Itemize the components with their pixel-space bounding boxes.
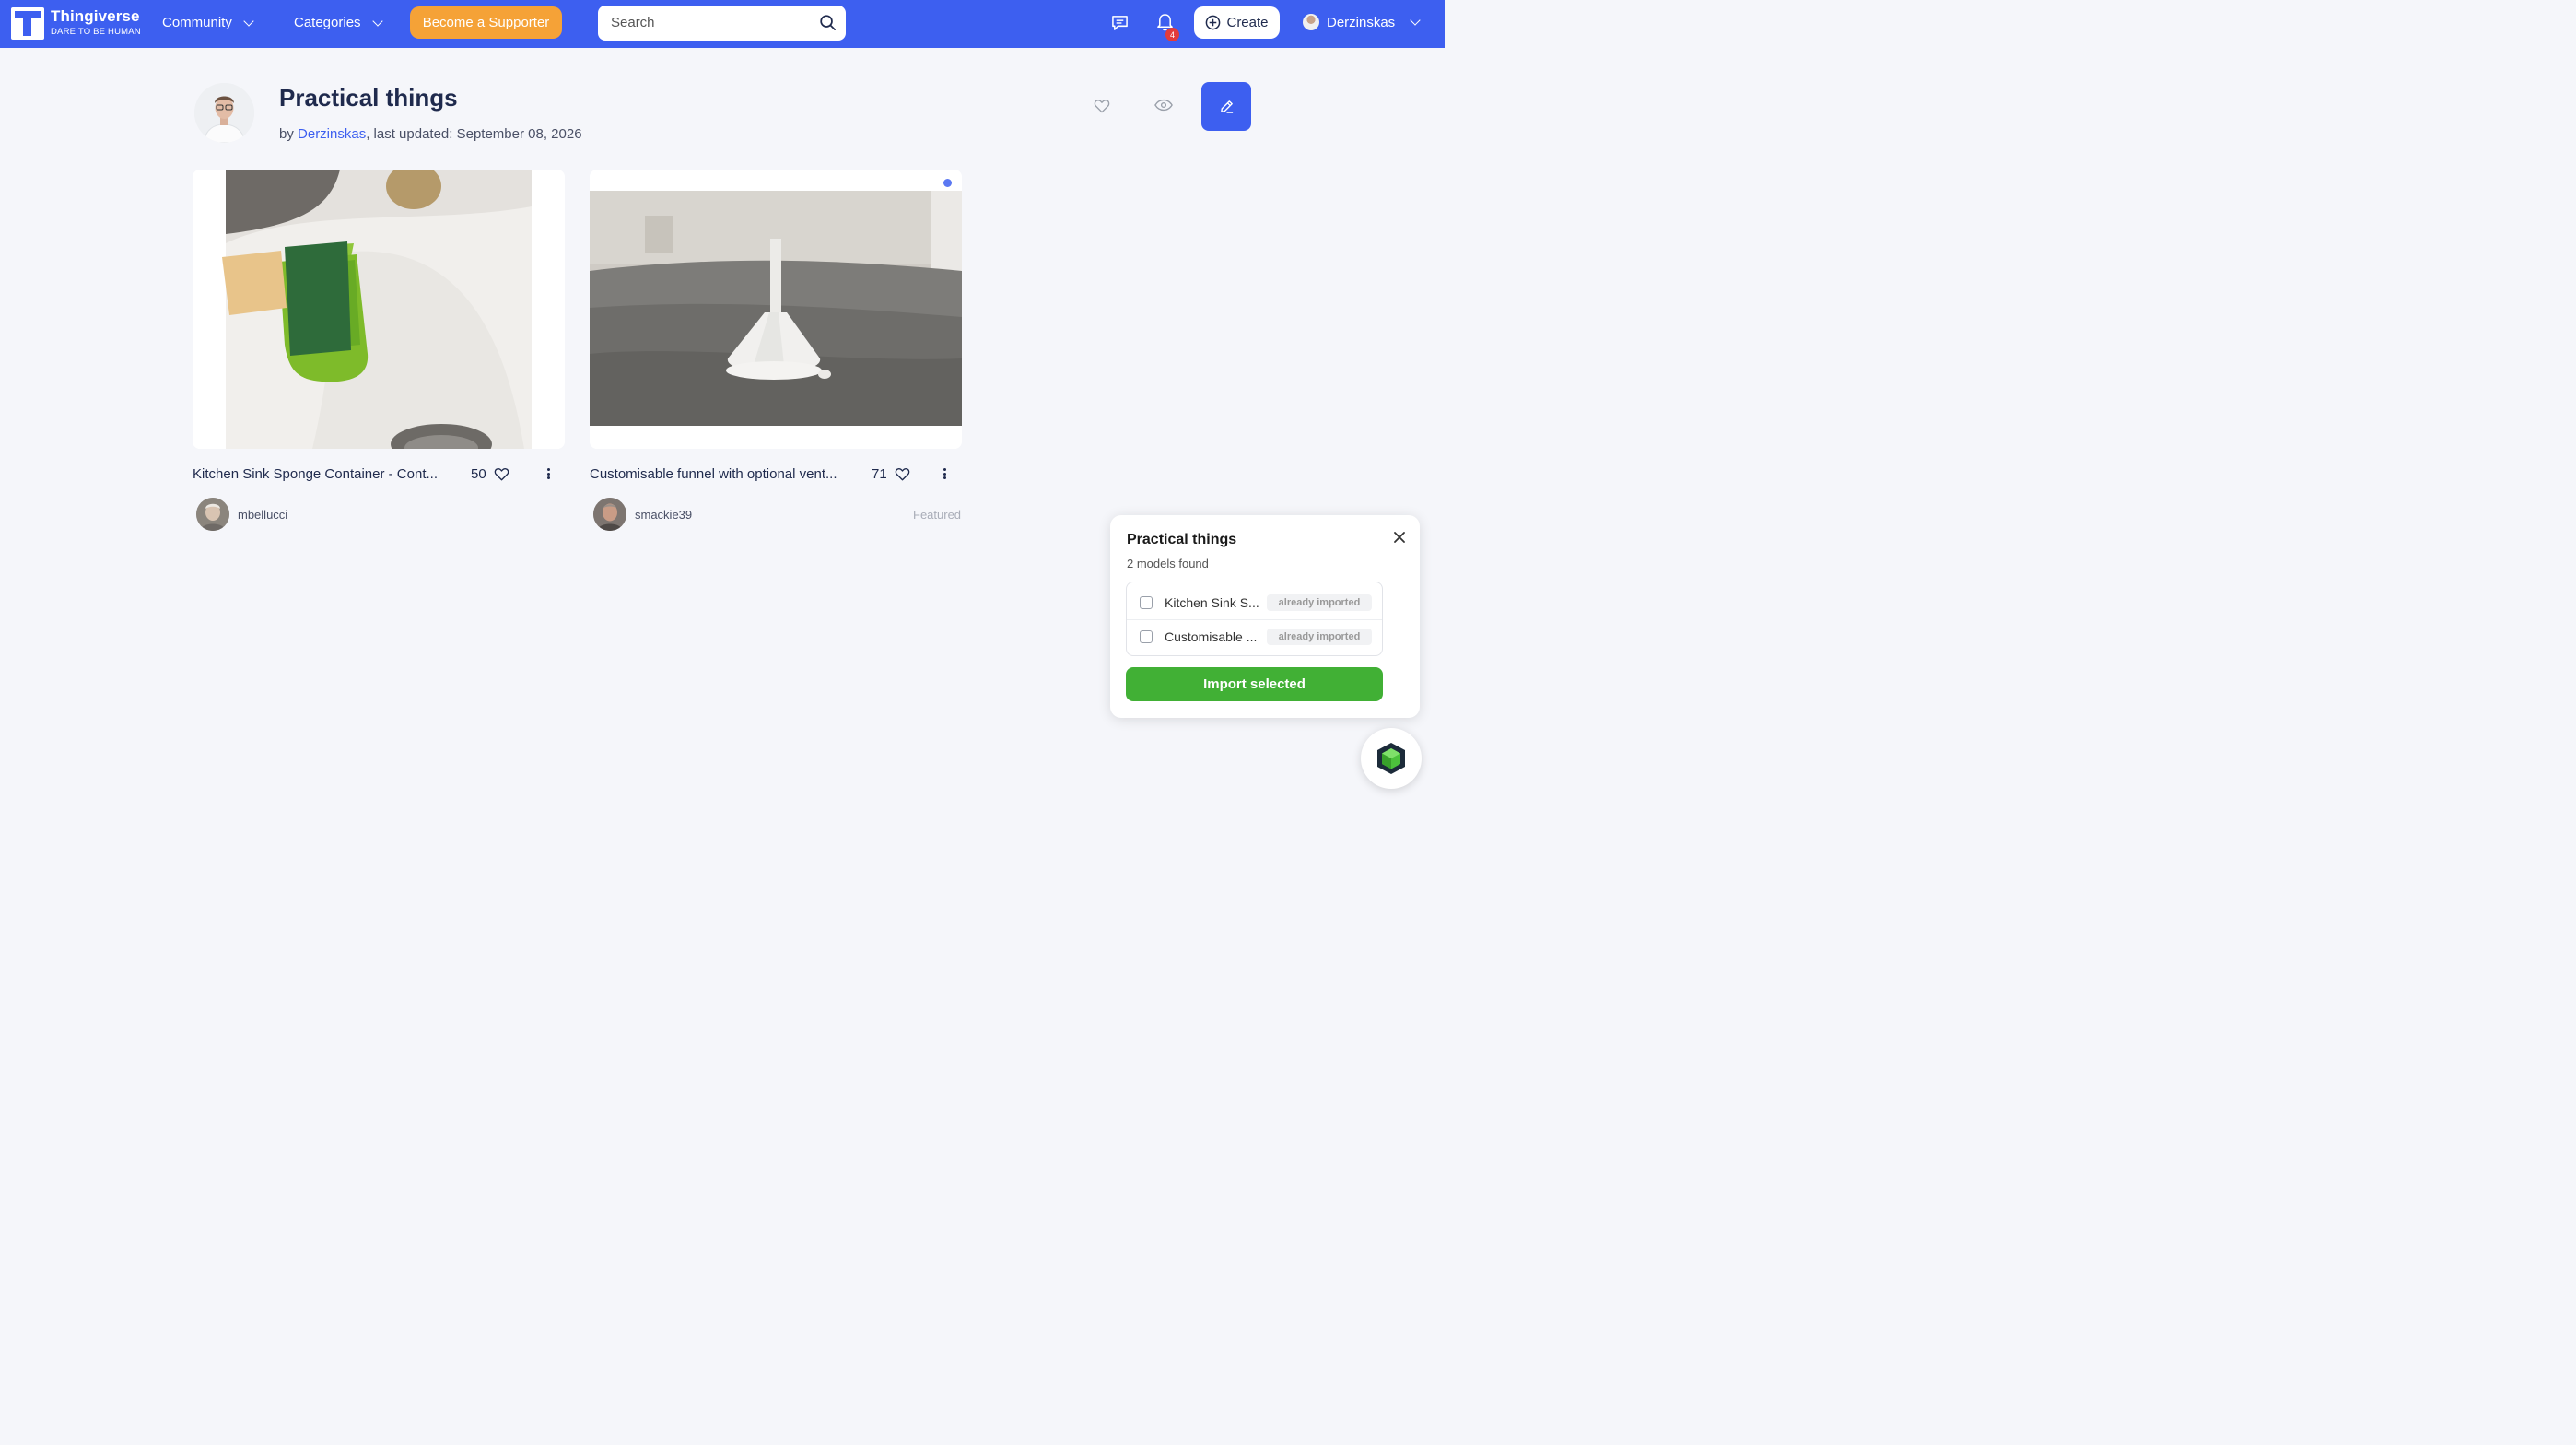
collection-author-link[interactable]: Derzinskas	[298, 126, 366, 142]
create-button[interactable]: Create	[1194, 6, 1280, 39]
categories-menu[interactable]: Categories	[294, 15, 383, 30]
heart-icon	[895, 468, 909, 481]
extension-launcher-button[interactable]	[1361, 728, 1422, 789]
model-list-item[interactable]: Customisable ... already imported	[1127, 619, 1382, 652]
plus-circle-icon	[1206, 15, 1221, 30]
messages-icon[interactable]	[1111, 15, 1129, 31]
import-selected-button[interactable]: Import selected	[1126, 667, 1383, 701]
new-indicator-dot	[943, 179, 952, 187]
creator-name-link[interactable]: mbellucci	[238, 508, 287, 522]
featured-label: Featured	[913, 508, 962, 522]
byline-prefix: by	[279, 126, 299, 142]
watch-eye-icon[interactable]	[1154, 99, 1173, 112]
heart-icon	[494, 468, 509, 481]
status-badge: already imported	[1267, 628, 1372, 645]
thing-card-image[interactable]	[590, 170, 962, 449]
thing-like-button[interactable]: 50	[471, 466, 509, 482]
become-supporter-button[interactable]: Become a Supporter	[410, 6, 562, 39]
collection-byline: by Derzinskas, last updated: September 0…	[279, 126, 582, 142]
model-checkbox[interactable]	[1140, 629, 1153, 643]
sink-sponge-photo	[193, 170, 565, 449]
model-list: Kitchen Sink S... already imported Custo…	[1126, 582, 1383, 656]
thing-card-image[interactable]	[193, 170, 565, 449]
thing-like-button[interactable]: 71	[872, 466, 910, 482]
community-menu[interactable]: Community	[162, 15, 254, 30]
like-collection-heart-icon[interactable]	[1094, 99, 1110, 113]
close-icon[interactable]	[1393, 531, 1406, 544]
thing-title-link[interactable]: Kitchen Sink Sponge Container - Cont...	[193, 466, 438, 482]
community-label: Community	[162, 15, 232, 30]
cube-icon	[1377, 743, 1405, 774]
user-menu[interactable]: Derzinskas	[1303, 14, 1421, 30]
more-options-icon[interactable]	[545, 465, 551, 482]
like-count: 71	[872, 466, 887, 482]
search-input[interactable]	[611, 15, 809, 30]
more-options-icon[interactable]	[942, 465, 947, 482]
model-list-item[interactable]: Kitchen Sink S... already imported	[1127, 586, 1382, 619]
creator-portrait-icon	[593, 498, 626, 531]
last-updated-text: , last updated: September 08, 2026	[366, 126, 582, 142]
creator-portrait-icon	[196, 498, 229, 531]
edit-collection-button[interactable]	[1201, 82, 1251, 131]
top-navbar: Thingiverse DARE TO BE HUMAN Community C…	[0, 0, 1445, 48]
search-box[interactable]	[598, 6, 846, 41]
models-found-count: 2 models found	[1127, 557, 1209, 570]
collection-owner-avatar[interactable]	[194, 83, 254, 143]
model-checkbox[interactable]	[1140, 596, 1153, 609]
popup-title: Practical things	[1127, 532, 1237, 547]
thingiverse-logo-icon[interactable]	[11, 7, 44, 40]
user-avatar	[1303, 14, 1319, 30]
import-popup: Practical things 2 models found Kitchen …	[1110, 515, 1420, 718]
funnel-photo	[590, 170, 962, 449]
username: Derzinskas	[1327, 14, 1396, 30]
create-label: Create	[1226, 15, 1269, 30]
brand-tagline: DARE TO BE HUMAN	[51, 27, 141, 37]
chevron-down-icon	[371, 15, 383, 27]
like-count: 50	[471, 466, 486, 482]
status-badge: already imported	[1267, 594, 1372, 611]
creator-avatar[interactable]	[593, 498, 626, 531]
person-portrait-icon	[194, 83, 254, 143]
creator-avatar[interactable]	[196, 498, 229, 531]
model-name: Kitchen Sink S...	[1165, 595, 1259, 610]
chevron-down-icon	[1410, 15, 1421, 26]
pencil-icon	[1220, 100, 1233, 113]
collection-title: Practical things	[279, 84, 458, 112]
chevron-down-icon	[243, 15, 254, 27]
creator-name-link[interactable]: smackie39	[635, 508, 692, 522]
model-name: Customisable ...	[1165, 629, 1258, 644]
thing-title-link[interactable]: Customisable funnel with optional vent..…	[590, 466, 837, 482]
notification-count-badge: 4	[1165, 28, 1179, 41]
search-icon[interactable]	[819, 14, 837, 31]
categories-label: Categories	[294, 15, 361, 30]
brand-name[interactable]: Thingiverse	[51, 7, 140, 26]
